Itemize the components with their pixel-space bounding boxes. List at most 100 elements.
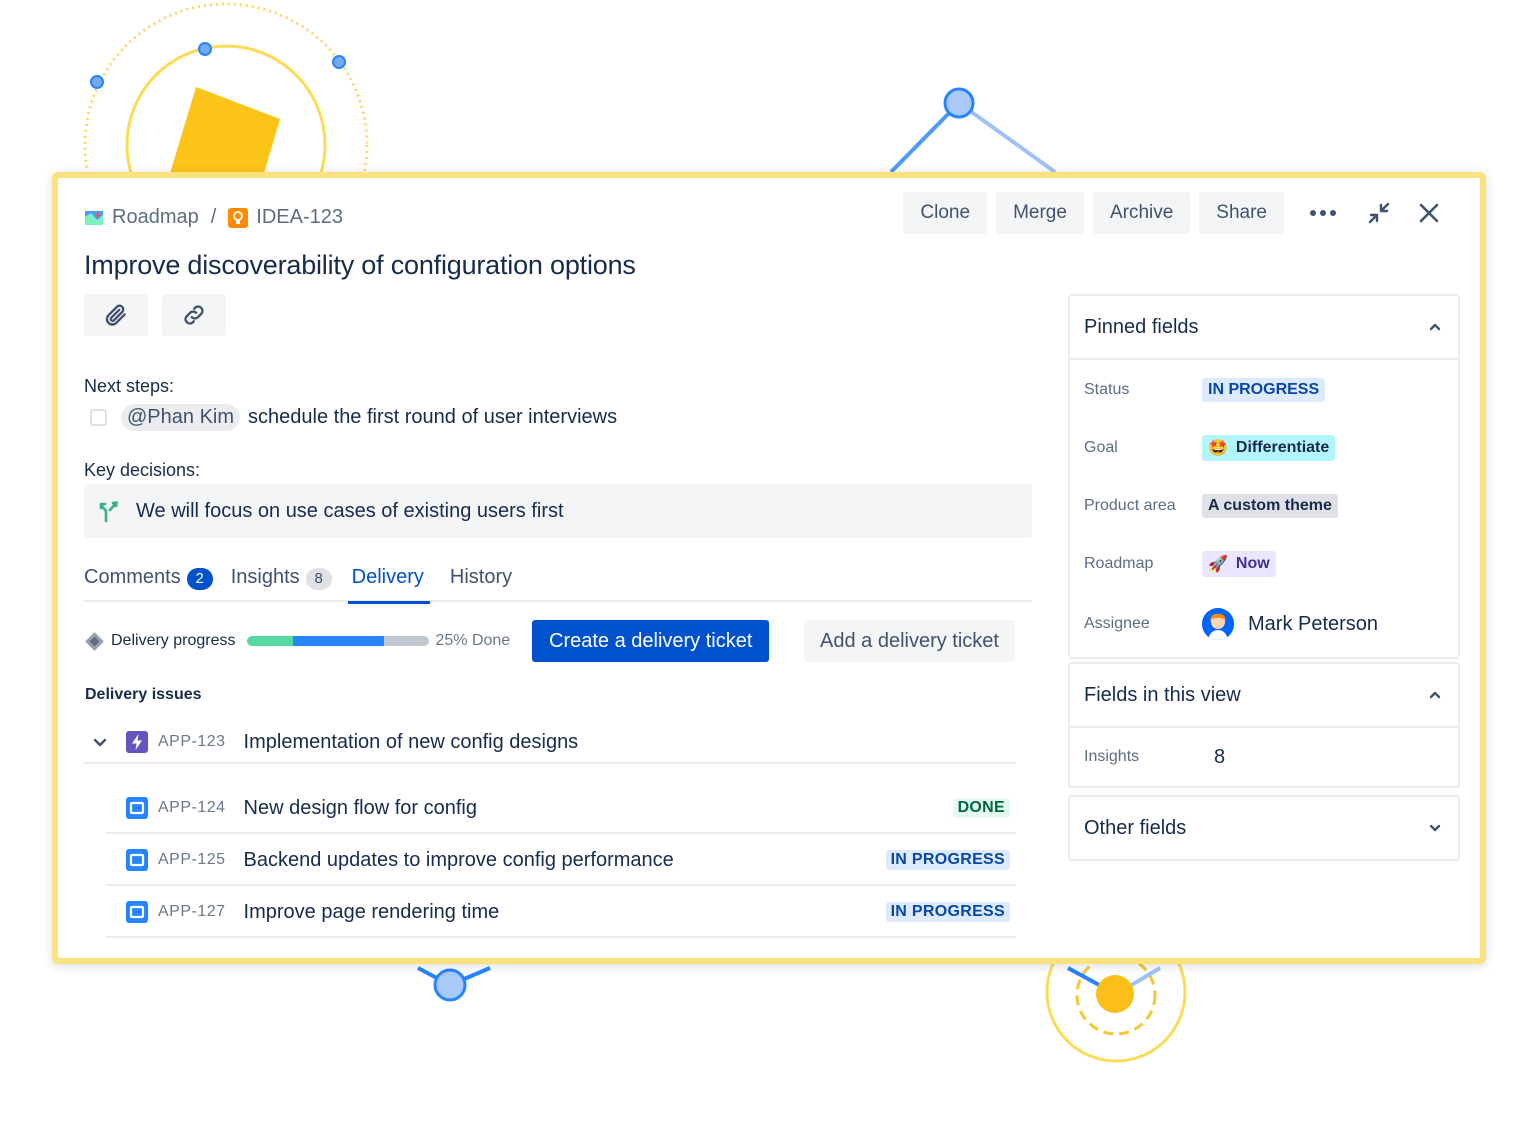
pinned-fields-title: Pinned fields	[1084, 316, 1199, 339]
archive-button[interactable]: Archive	[1093, 192, 1190, 234]
delivery-issues-label: Delivery issues	[85, 686, 202, 704]
status-lozenge[interactable]: IN PROGRESS	[1202, 378, 1325, 402]
task-icon	[126, 849, 148, 871]
chevron-up-icon[interactable]	[1428, 688, 1442, 702]
delivery-diamond-icon	[85, 632, 103, 650]
tab-bar: Comments 2 Insights 8 Delivery History	[84, 562, 1032, 602]
field-roadmap: Roadmap 🚀 Now	[1070, 535, 1458, 593]
paperclip-icon[interactable]	[84, 294, 148, 336]
tab-delivery-label: Delivery	[352, 566, 424, 589]
other-fields-header[interactable]: Other fields	[1070, 797, 1458, 859]
breadcrumb-issue-key[interactable]: IDEA-123	[256, 206, 343, 229]
field-label: Assignee	[1084, 615, 1202, 633]
issue-summary[interactable]: New design flow for config	[244, 797, 477, 820]
decision-text: We will focus on use cases of existing u…	[136, 500, 564, 523]
rocket-emoji-icon: 🚀	[1208, 554, 1228, 574]
avatar[interactable]	[1202, 608, 1234, 640]
progress-inprogress-segment	[293, 636, 384, 646]
field-assignee: Assignee Mark Peterson	[1070, 593, 1458, 655]
breadcrumb-project[interactable]: Roadmap	[112, 206, 199, 229]
close-icon[interactable]	[1408, 192, 1450, 234]
chevron-down-icon[interactable]	[1428, 821, 1442, 835]
field-label: Status	[1084, 381, 1202, 399]
goal-tag[interactable]: 🤩 Differentiate	[1202, 435, 1335, 461]
tab-insights-label: Insights	[231, 566, 300, 589]
fields-in-view-title: Fields in this view	[1084, 684, 1241, 707]
field-product-area: Product area A custom theme	[1070, 477, 1458, 535]
decision-item[interactable]: We will focus on use cases of existing u…	[84, 484, 1032, 538]
idea-icon	[228, 208, 248, 228]
fields-in-view-header[interactable]: Fields in this view	[1070, 664, 1458, 726]
delivery-child-issue[interactable]: APP-127 Improve page rendering time IN P…	[106, 888, 1016, 938]
chevron-down-icon[interactable]	[92, 734, 108, 750]
tab-history[interactable]: History	[450, 562, 512, 602]
epic-icon	[126, 731, 148, 753]
mention[interactable]: @Phan Kim	[121, 404, 240, 431]
delivery-child-issue[interactable]: APP-124 New design flow for config DONE	[106, 784, 1016, 834]
roadmap-tag[interactable]: 🚀 Now	[1202, 551, 1276, 577]
delivery-child-issue[interactable]: APP-125 Backend updates to improve confi…	[106, 836, 1016, 886]
minimize-icon[interactable]	[1358, 192, 1400, 234]
field-label: Goal	[1084, 439, 1202, 457]
page-title[interactable]: Improve discoverability of configuration…	[84, 250, 636, 281]
issue-key[interactable]: APP-125	[158, 851, 226, 869]
progress-done-segment	[247, 636, 293, 646]
action-item: @Phan Kim schedule the first round of us…	[90, 404, 617, 431]
insights-count-badge: 8	[306, 568, 332, 590]
quick-actions	[84, 294, 240, 336]
merge-button[interactable]: Merge	[996, 192, 1084, 234]
other-fields-title: Other fields	[1084, 817, 1186, 840]
action-item-text[interactable]: schedule the first round of user intervi…	[248, 406, 617, 429]
breadcrumb-separator: /	[211, 206, 217, 229]
status-badge: IN PROGRESS	[886, 902, 1010, 922]
insights-value[interactable]: 8	[1214, 746, 1225, 769]
create-delivery-ticket-button[interactable]: Create a delivery ticket	[532, 620, 769, 662]
next-steps-label: Next steps:	[84, 376, 174, 397]
fields-in-view-panel: Fields in this view Insights 8	[1068, 662, 1460, 788]
tab-delivery[interactable]: Delivery	[352, 562, 424, 602]
star-struck-emoji-icon: 🤩	[1208, 438, 1228, 458]
share-button[interactable]: Share	[1199, 192, 1284, 234]
map-icon	[84, 208, 104, 228]
issue-key[interactable]: APP-127	[158, 903, 226, 921]
delivery-progress-text: 25% Done	[435, 632, 510, 650]
tab-history-label: History	[450, 566, 512, 589]
tab-insights[interactable]: Insights 8	[231, 562, 332, 602]
clone-button[interactable]: Clone	[903, 192, 987, 234]
action-item-checkbox[interactable]	[90, 409, 107, 426]
decision-icon	[98, 499, 122, 523]
field-label: Product area	[1084, 497, 1202, 515]
header-actions: Clone Merge Archive Share	[894, 192, 1450, 234]
tab-comments-label: Comments	[84, 566, 181, 589]
delivery-progress: Delivery progress 25% Done	[88, 620, 510, 662]
delivery-parent-issue[interactable]: APP-123 Implementation of new config des…	[84, 722, 1016, 764]
field-status: Status IN PROGRESS	[1070, 361, 1458, 419]
link-icon[interactable]	[162, 294, 226, 336]
task-icon	[126, 797, 148, 819]
idea-detail-modal: Roadmap / IDEA-123 Clone Merge Archive S…	[52, 172, 1486, 964]
status-badge: IN PROGRESS	[886, 850, 1010, 870]
add-delivery-ticket-button[interactable]: Add a delivery ticket	[804, 620, 1015, 662]
pinned-fields-panel: Pinned fields Status IN PROGRESS Goal 🤩 …	[1068, 294, 1460, 659]
other-fields-panel: Other fields	[1068, 795, 1460, 861]
key-decisions-label: Key decisions:	[84, 460, 200, 481]
field-label: Roadmap	[1084, 555, 1202, 573]
assignee-name[interactable]: Mark Peterson	[1248, 613, 1378, 636]
more-icon[interactable]	[1302, 192, 1344, 234]
pinned-fields-header[interactable]: Pinned fields	[1070, 296, 1458, 358]
issue-summary[interactable]: Improve page rendering time	[244, 901, 500, 924]
field-insights: Insights 8	[1070, 728, 1458, 786]
task-icon	[126, 901, 148, 923]
status-badge: DONE	[953, 798, 1010, 818]
breadcrumb: Roadmap / IDEA-123	[84, 206, 343, 229]
delivery-progress-label: Delivery progress	[111, 632, 235, 650]
issue-key[interactable]: APP-123	[158, 733, 226, 751]
chevron-up-icon[interactable]	[1428, 320, 1442, 334]
issue-summary[interactable]: Implementation of new config designs	[244, 731, 579, 754]
product-area-tag[interactable]: A custom theme	[1202, 494, 1338, 518]
issue-summary[interactable]: Backend updates to improve config perfor…	[244, 849, 674, 872]
roadmap-value: Now	[1236, 555, 1270, 573]
field-label: Insights	[1084, 748, 1214, 766]
tab-comments[interactable]: Comments 2	[84, 562, 213, 602]
issue-key[interactable]: APP-124	[158, 799, 226, 817]
